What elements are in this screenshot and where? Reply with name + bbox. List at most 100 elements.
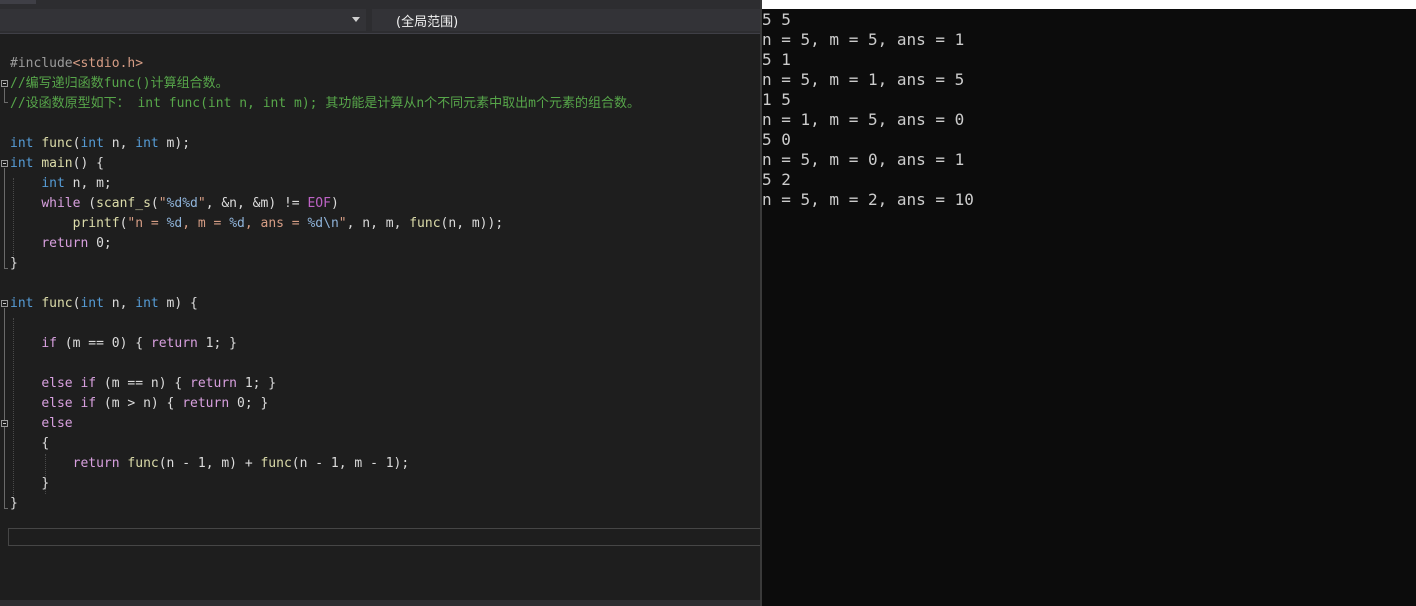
keyword: int <box>10 296 34 311</box>
console-line: 5 2 <box>762 170 791 189</box>
code-text: , &n, &m) != <box>205 196 308 211</box>
keyword: int <box>10 156 34 171</box>
keyword: else <box>41 416 73 431</box>
console-line: 5 0 <box>762 130 791 149</box>
keyword: while <box>41 196 81 211</box>
code-line: } <box>10 494 18 514</box>
function-name: func <box>41 136 73 151</box>
keyword: else <box>41 396 73 411</box>
code-text: n, <box>103 136 136 151</box>
fold-guide <box>4 428 5 488</box>
fold-end <box>4 508 8 509</box>
scope-label: (全局范围) <box>396 15 459 30</box>
keyword: return <box>150 336 198 351</box>
console-line: n = 5, m = 1, ans = 5 <box>762 70 965 89</box>
code-text: (m == 0) { <box>56 336 151 351</box>
code-line: else <box>10 414 73 434</box>
punctuation: } <box>10 256 18 271</box>
string-literal: , ans = <box>244 216 308 231</box>
keyword: int <box>80 296 104 311</box>
project-dropdown[interactable] <box>0 9 366 31</box>
code-line: { <box>10 434 49 454</box>
code-line: else if (m == n) { return 1; } <box>10 374 276 394</box>
keyword: return <box>190 376 237 391</box>
keyword: return <box>41 236 89 251</box>
chevron-down-icon[interactable] <box>352 17 360 22</box>
string-literal: "n = <box>127 216 167 231</box>
fold-end <box>4 268 8 269</box>
string-literal: , m = <box>182 216 230 231</box>
console-line: n = 5, m = 5, ans = 1 <box>762 30 965 49</box>
editor-bottom-bar <box>0 600 762 606</box>
scope-dropdown[interactable]: (全局范围) <box>372 9 762 31</box>
comment: //设函数原型如下： int func(int n, int m); 其功能是计… <box>10 96 640 111</box>
keyword: if <box>80 376 97 391</box>
code-line: #include<stdio.h> <box>10 54 143 74</box>
include-path: <stdio.h> <box>72 56 144 71</box>
keyword: else <box>41 376 73 391</box>
console-line: n = 5, m = 0, ans = 1 <box>762 150 965 169</box>
code-line: } <box>10 474 49 494</box>
keyword: int <box>135 136 159 151</box>
collapse-icon[interactable] <box>1 80 8 87</box>
format-specifier: %d <box>229 216 245 231</box>
code-text: (m > n) { <box>96 396 183 411</box>
function-name: main <box>41 156 73 171</box>
code-area[interactable]: #include<stdio.h> //编写递归函数func()计算组合数。 /… <box>0 54 762 546</box>
string-literal: " <box>158 196 167 211</box>
punctuation: () { <box>72 156 104 171</box>
code-line: return 0; <box>10 234 112 254</box>
console-line: 1 5 <box>762 90 791 109</box>
code-line: else if (m > n) { return 0; } <box>10 394 268 414</box>
collapse-icon[interactable] <box>1 420 8 427</box>
keyword: return <box>72 456 120 471</box>
code-editor[interactable]: (全局范围) #include<stdio.h> //编写递归函数func()计… <box>0 0 762 606</box>
keyword: return <box>182 396 230 411</box>
code-text: 0; <box>88 236 112 251</box>
function-name: func <box>127 456 159 471</box>
punctuation: } <box>10 496 18 511</box>
format-specifier: %d%d <box>166 196 198 211</box>
code-text: (n - 1, m - 1); <box>291 456 410 471</box>
console-line: n = 5, m = 2, ans = 10 <box>762 190 974 209</box>
console-line: n = 1, m = 5, ans = 0 <box>762 110 965 129</box>
code-text: m); <box>158 136 191 151</box>
function-name: func <box>409 216 441 231</box>
code-line: //编写递归函数func()计算组合数。 <box>10 74 229 94</box>
code-line: int n, m; <box>10 174 112 194</box>
format-specifier: %d\n <box>307 216 339 231</box>
code-text: m) { <box>158 296 198 311</box>
format-specifier: %d <box>166 216 183 231</box>
code-text: 1; } <box>197 336 237 351</box>
code-line: printf("n = %d, m = %d, ans = %d\n", n, … <box>10 214 504 234</box>
punctuation: ( <box>150 196 159 211</box>
code-text: n, <box>103 296 136 311</box>
fold-end <box>4 102 8 103</box>
code-line: } <box>10 254 18 274</box>
punctuation: } <box>41 476 50 491</box>
fold-guide <box>4 168 5 268</box>
console-title-bar <box>762 0 1416 9</box>
code-line: int func(int n, int m) { <box>10 294 198 314</box>
fold-guide <box>4 88 5 102</box>
macro: EOF <box>307 196 331 211</box>
current-line-highlight <box>8 528 762 546</box>
collapse-icon[interactable] <box>1 160 8 167</box>
keyword: int <box>41 176 65 191</box>
keyword: if <box>80 396 97 411</box>
punctuation: ) <box>330 196 339 211</box>
code-line: if (m == 0) { return 1; } <box>10 334 237 354</box>
code-text: (m == n) { <box>96 376 191 391</box>
console-line: 5 1 <box>762 50 791 69</box>
tab-edge <box>0 0 36 4</box>
function-name: func <box>260 456 292 471</box>
code-text: n, m; <box>64 176 112 191</box>
code-line: int main() { <box>10 154 104 174</box>
code-text: (n, m)); <box>440 216 504 231</box>
console-window[interactable]: 5 5 n = 5, m = 5, ans = 1 5 1 n = 5, m =… <box>762 0 1416 606</box>
punctuation: ( <box>80 196 97 211</box>
console-line: 5 5 <box>762 10 791 29</box>
string-literal: " <box>338 216 347 231</box>
collapse-icon[interactable] <box>1 300 8 307</box>
code-text: 0; } <box>229 396 269 411</box>
